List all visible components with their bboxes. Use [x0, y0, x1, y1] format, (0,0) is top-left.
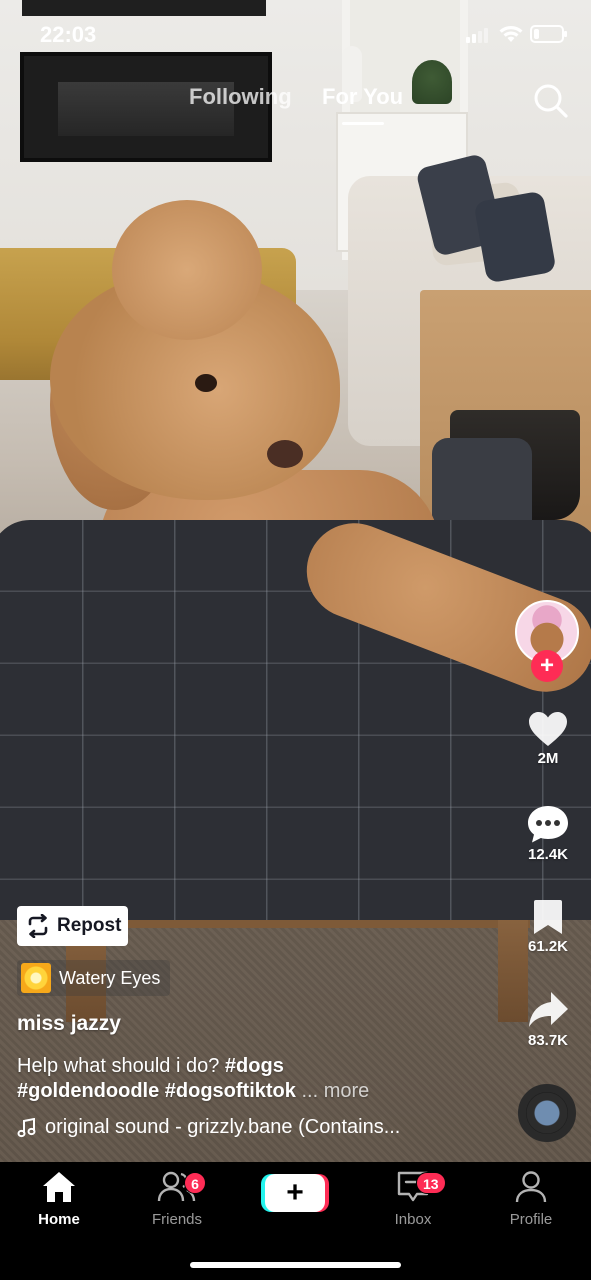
- status-time: 22:03: [40, 22, 97, 47]
- share-icon[interactable]: [527, 990, 569, 1030]
- tab-following[interactable]: Following: [189, 84, 292, 110]
- video-dog-topknot: [112, 200, 262, 340]
- caption-text: Help what should i do?: [17, 1055, 220, 1077]
- battery-level: [534, 29, 539, 39]
- nav-profile[interactable]: Profile: [486, 1170, 576, 1228]
- nav-profile-label: Profile: [509, 1211, 553, 1228]
- follow-button[interactable]: +: [531, 650, 563, 682]
- sound-link[interactable]: original sound - grizzly.bane (Contains.…: [17, 1116, 497, 1139]
- repost-icon: [28, 914, 48, 938]
- video-dog-eye: [195, 374, 217, 392]
- profile-icon: [515, 1171, 547, 1203]
- status-bar: 22:03: [0, 0, 591, 70]
- tab-for-you[interactable]: For You: [322, 84, 403, 110]
- like-count: 2M: [537, 750, 559, 767]
- create-button[interactable]: +: [265, 1174, 325, 1212]
- cellular-signal-icon: [466, 28, 488, 43]
- wifi-icon: [499, 26, 523, 42]
- plus-icon: +: [286, 1176, 304, 1209]
- nav-home-label: Home: [38, 1211, 80, 1228]
- hashtag[interactable]: #dogs: [225, 1055, 284, 1077]
- save-button[interactable]: 61.2K: [512, 898, 584, 955]
- sparkle-effect-icon: [21, 963, 51, 993]
- creator-username[interactable]: miss jazzy: [17, 1012, 121, 1036]
- nav-inbox-label: Inbox: [394, 1211, 432, 1228]
- heart-icon[interactable]: [527, 710, 569, 748]
- sound-disc[interactable]: [518, 1084, 576, 1142]
- nav-home[interactable]: Home: [14, 1170, 104, 1228]
- caption-more-link[interactable]: ... more: [301, 1080, 369, 1102]
- nav-inbox[interactable]: Inbox 13: [368, 1170, 458, 1228]
- comment-icon[interactable]: [526, 804, 570, 844]
- video-dog-nose: [267, 440, 303, 468]
- inbox-badge: 13: [416, 1172, 446, 1194]
- share-button[interactable]: 83.7K: [512, 990, 584, 1049]
- effect-label: Watery Eyes: [59, 967, 161, 988]
- effect-tag[interactable]: Watery Eyes: [17, 960, 171, 996]
- nav-friends[interactable]: Friends 6: [132, 1170, 222, 1228]
- hashtag[interactable]: #dogsoftiktok: [165, 1080, 296, 1102]
- home-icon: [43, 1172, 75, 1202]
- repost-button[interactable]: Repost: [17, 906, 128, 946]
- hashtag[interactable]: #goldendoodle: [17, 1080, 159, 1102]
- save-count: 61.2K: [527, 938, 569, 955]
- music-note-icon: [17, 1117, 36, 1137]
- post-caption[interactable]: Help what should i do? #dogs #goldendood…: [17, 1054, 507, 1104]
- comment-button[interactable]: 12.4K: [512, 804, 584, 863]
- share-count: 83.7K: [527, 1032, 569, 1049]
- video-pillow: [473, 190, 557, 284]
- friends-badge: 6: [184, 1172, 206, 1194]
- like-button[interactable]: 2M: [512, 710, 584, 767]
- nav-friends-label: Friends: [151, 1211, 203, 1228]
- feed-tabs: Following For You: [0, 84, 591, 125]
- sound-title: original sound - grizzly.bane (Contains.…: [45, 1116, 401, 1138]
- home-indicator: [190, 1262, 401, 1268]
- battery-icon: [530, 25, 567, 43]
- search-icon[interactable]: [532, 82, 570, 120]
- active-tab-indicator: [342, 122, 384, 125]
- comment-count: 12.4K: [527, 846, 569, 863]
- bookmark-icon[interactable]: [532, 898, 564, 936]
- repost-label: Repost: [57, 915, 122, 936]
